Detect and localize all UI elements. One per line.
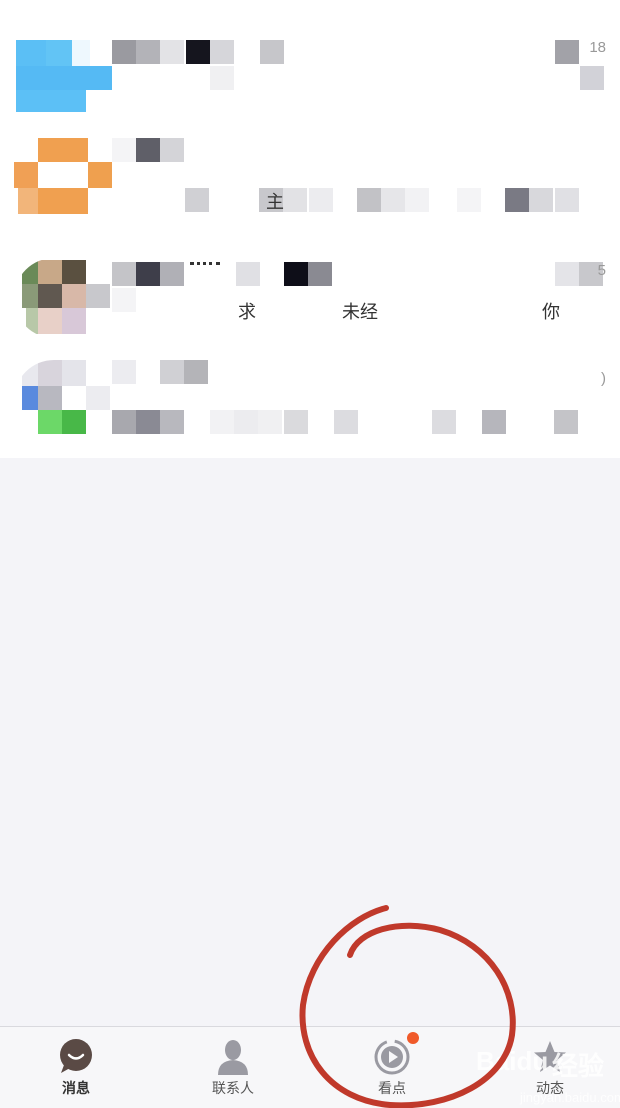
preview-pixelated	[210, 66, 240, 90]
chat-list: 18 主 求 未经 你 5)	[0, 0, 620, 458]
time-block-pixelated	[555, 262, 579, 286]
star-icon	[530, 1037, 570, 1077]
tab-label: 动态	[536, 1081, 564, 1097]
contact-name-pixelated	[112, 360, 212, 384]
tab-moments[interactable]: 动态	[490, 1027, 610, 1108]
tab-contacts[interactable]: 联系人	[173, 1027, 293, 1108]
avatar	[14, 258, 114, 338]
tab-label: 联系人	[212, 1081, 254, 1097]
tab-kandian[interactable]: 看点	[332, 1027, 452, 1108]
play-circle-icon	[372, 1037, 412, 1077]
contact-name-pixelated	[112, 40, 292, 64]
time-block-pixelated	[555, 40, 579, 64]
contact-name-pixelated	[112, 138, 192, 162]
contact-person-icon	[213, 1037, 253, 1077]
chat-list-item[interactable]: 求 未经 你 5	[0, 238, 620, 348]
timestamp: 5	[597, 262, 606, 279]
avatar	[14, 36, 114, 116]
preview-fragment: 主	[266, 192, 284, 213]
tab-label: 消息	[62, 1081, 90, 1097]
preview-fragment: 求	[238, 302, 256, 323]
notification-dot	[407, 1032, 419, 1044]
chat-bubble-icon	[56, 1037, 96, 1077]
preview-pixelated	[185, 188, 585, 212]
preview-pixelated	[112, 410, 582, 434]
tab-label: 看点	[378, 1081, 406, 1097]
chat-list-item[interactable]: 18	[0, 18, 620, 128]
bottom-tab-bar: 消息 联系人 看点 动态	[0, 1026, 620, 1108]
avatar	[14, 138, 114, 218]
avatar	[14, 360, 114, 440]
preview-fragment: 未经	[342, 302, 378, 323]
preview-pixelated	[112, 288, 142, 312]
timestamp: 18	[589, 39, 606, 56]
contact-name-pixelated	[112, 262, 342, 286]
chat-list-item[interactable]: 主	[0, 128, 620, 238]
timestamp: )	[601, 370, 606, 387]
tab-messages[interactable]: 消息	[16, 1027, 136, 1108]
preview-fragment: 你	[542, 302, 560, 323]
chat-list-item[interactable]: )	[0, 348, 620, 458]
